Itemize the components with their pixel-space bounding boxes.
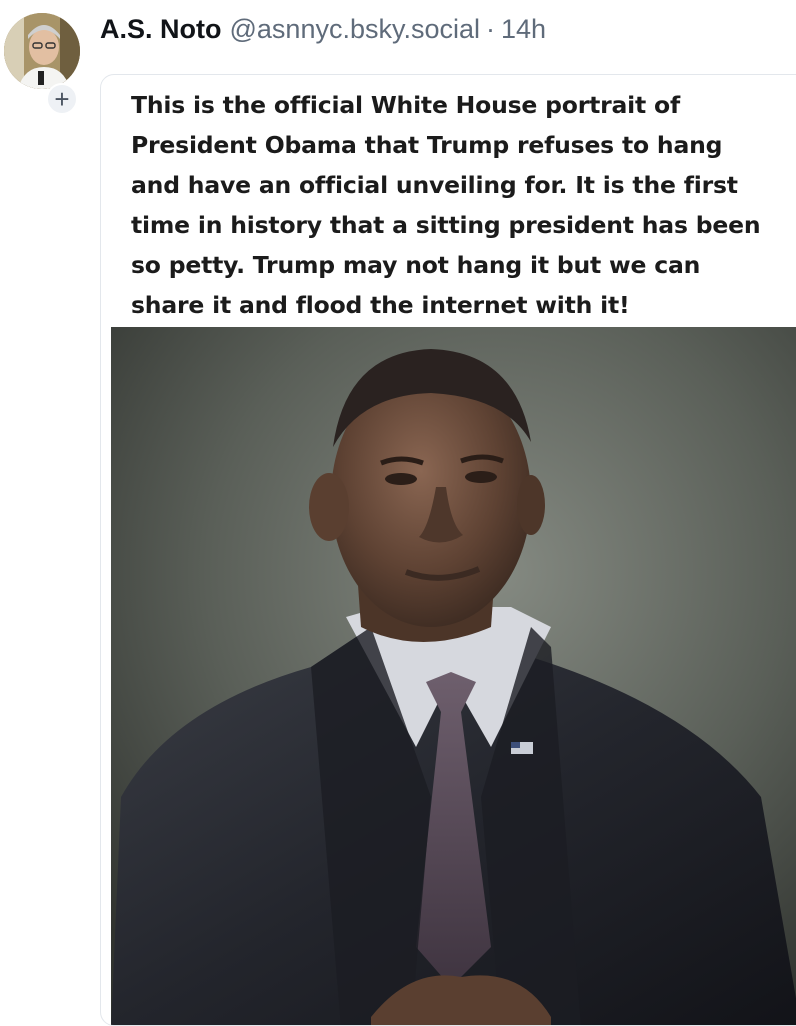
post-header: A.S. Noto @asnnyc.bsky.social · 14h (100, 14, 546, 50)
post-timestamp[interactable]: 14h (501, 14, 546, 45)
post: + A.S. Noto @asnnyc.bsky.social · 14h Th… (0, 0, 796, 1026)
plus-icon: + (54, 84, 70, 114)
caption-line: and have an official unveiling for. It i… (131, 171, 738, 199)
avatar-image (4, 13, 80, 89)
portrait-illustration (111, 327, 796, 1025)
author-name[interactable]: A.S. Noto (100, 14, 222, 45)
follow-button[interactable]: + (46, 83, 78, 115)
caption-line: so petty. Trump may not hang it but we c… (131, 251, 701, 279)
caption-line: share it and flood the internet with it! (131, 291, 630, 319)
caption-line: time in history that a sitting president… (131, 211, 761, 239)
meta-separator: · (486, 14, 496, 44)
avatar[interactable] (4, 13, 80, 89)
portrait-photo[interactable] (111, 327, 796, 1025)
avatar-area: + (4, 13, 80, 115)
author-handle[interactable]: @asnnyc.bsky.social (230, 14, 481, 45)
caption-line: President Obama that Trump refuses to ha… (131, 131, 723, 159)
embed-caption: This is the official White House portrai… (131, 85, 796, 325)
embedded-image-card[interactable]: This is the official White House portrai… (100, 74, 796, 1026)
caption-line: This is the official White House portrai… (131, 91, 681, 119)
